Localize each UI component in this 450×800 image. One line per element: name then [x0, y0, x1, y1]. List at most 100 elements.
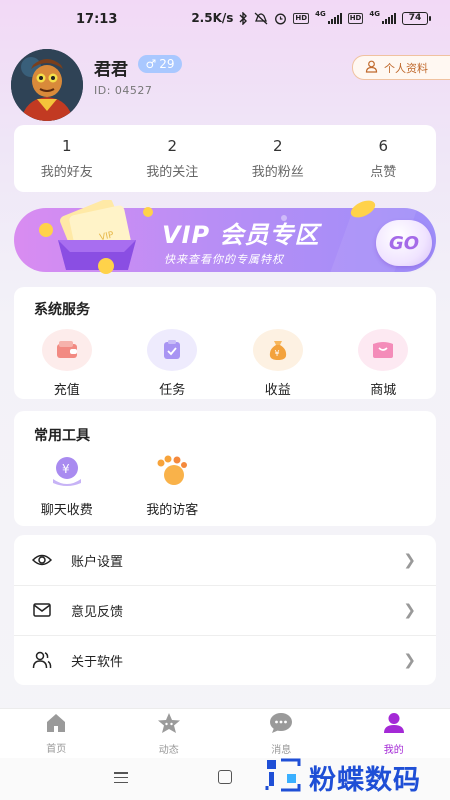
signal-icon-2: [382, 12, 396, 24]
home-icon: [45, 713, 67, 737]
stat-label: 我的粉丝: [251, 165, 304, 180]
status-bar: 17:13 2.5K/s HD 4G HD 4G 74: [0, 0, 450, 40]
profile-button[interactable]: 个人资料: [352, 55, 450, 80]
bottom-nav: 首页 动态 消息 我的: [0, 708, 450, 758]
tool-label: 我的访客: [146, 503, 199, 518]
battery-icon: 74: [402, 11, 431, 25]
avatar[interactable]: [11, 49, 83, 121]
user-profile-icon: [365, 60, 378, 76]
mail-icon: [32, 600, 52, 620]
network-type: 4G: [315, 10, 326, 18]
signal-icon: [327, 12, 342, 24]
stat-label: 点赞: [370, 165, 397, 180]
stat-likes[interactable]: 6 点赞: [331, 125, 437, 192]
svg-text:¥: ¥: [62, 462, 70, 476]
level-badge: ♂ 29: [138, 55, 182, 73]
service-label: 商城: [370, 383, 397, 398]
service-earnings[interactable]: ¥ 收益: [225, 329, 331, 398]
service-label: 充值: [53, 383, 80, 398]
service-label: 收益: [264, 383, 291, 398]
coin-icon: [348, 198, 378, 224]
menu-account-settings[interactable]: 账户设置 ❯: [14, 535, 436, 585]
message-icon: [269, 712, 293, 738]
vip-go-button[interactable]: GO: [376, 220, 432, 266]
wallet-icon: [41, 329, 92, 371]
tools-card: 常用工具 ¥ 聊天收费 我的访客: [14, 411, 436, 526]
svg-text:¥: ¥: [274, 349, 279, 358]
battery-level: 74: [408, 13, 422, 23]
vip-title: VIP 会员专区: [162, 221, 320, 249]
stat-fans[interactable]: 2 我的粉丝: [225, 125, 331, 192]
task-icon: [147, 329, 198, 371]
nav-home[interactable]: 首页: [0, 709, 113, 758]
menu-feedback[interactable]: 意见反馈 ❯: [14, 585, 436, 635]
username: 君君: [94, 60, 128, 80]
status-icons: 2.5K/s HD 4G HD 4G 74: [191, 10, 431, 25]
service-shop[interactable]: 商城: [331, 329, 437, 398]
alarm-icon: [274, 12, 287, 25]
stat-label: 我的关注: [146, 165, 199, 180]
hd-badge-2: HD: [347, 12, 364, 24]
nav-moments[interactable]: 动态: [113, 709, 226, 758]
bluetooth-icon: [239, 11, 248, 25]
chevron-right-icon: ❯: [403, 551, 416, 569]
footprint-icon: [154, 453, 190, 489]
money-bag-icon: ¥: [252, 329, 303, 371]
net-speed: 2.5K/s: [191, 11, 234, 25]
star-icon: [157, 712, 181, 738]
vip-card-icon: VIP: [28, 198, 158, 280]
nav-label: 消息: [271, 744, 292, 756]
male-icon: ♂: [145, 57, 157, 71]
watermark-text: 粉蝶数码: [309, 764, 421, 796]
network-type-2: 4G: [369, 10, 380, 18]
stat-friends[interactable]: 1 我的好友: [14, 125, 120, 192]
services-row: 充值 任务 ¥ 收益 商城: [14, 329, 436, 398]
nav-label: 动态: [158, 744, 179, 756]
stat-value: 1: [61, 137, 72, 155]
vip-subtitle: 快来查看你的专属特权: [164, 253, 284, 266]
level-value: 29: [159, 57, 175, 71]
services-title: 系统服务: [34, 302, 90, 318]
menu-label: 意见反馈: [71, 604, 124, 620]
service-recharge[interactable]: 充值: [14, 329, 120, 398]
tool-label: 聊天收费: [40, 503, 93, 518]
settings-menu: 账户设置 ❯ 意见反馈 ❯ 关于软件 ❯: [14, 535, 436, 685]
nav-label: 首页: [46, 743, 67, 755]
menu-label: 关于软件: [71, 654, 124, 670]
hd-badge: HD: [293, 12, 310, 24]
stat-value: 2: [167, 137, 178, 155]
eye-icon: [31, 550, 53, 570]
tools-row: ¥ 聊天收费 我的访客: [14, 453, 225, 518]
stat-following[interactable]: 2 我的关注: [120, 125, 226, 192]
nav-profile[interactable]: 我的: [338, 709, 450, 758]
menu-about[interactable]: 关于软件 ❯: [14, 635, 436, 685]
service-label: 任务: [159, 383, 186, 398]
service-tasks[interactable]: 任务: [120, 329, 226, 398]
tools-title: 常用工具: [34, 428, 90, 444]
profile-button-label: 个人资料: [384, 61, 428, 75]
menu-label: 账户设置: [71, 554, 124, 570]
chat-fee-icon: ¥: [49, 453, 85, 489]
profile-icon: [383, 712, 405, 738]
tool-chat-fee[interactable]: ¥ 聊天收费: [14, 453, 120, 518]
vip-banner[interactable]: VIP VIP 会员专区 快来查看你的专属特权 GO: [14, 198, 436, 276]
users-icon: [32, 650, 52, 670]
menu-icon[interactable]: [114, 772, 128, 783]
stat-value: 2: [272, 137, 283, 155]
nav-label: 我的: [383, 744, 404, 756]
chevron-right-icon: ❯: [403, 601, 416, 619]
stat-value: 6: [378, 137, 389, 155]
watermark: 粉蝶数码: [263, 756, 421, 798]
shop-icon: [358, 329, 409, 371]
user-id: ID: 04527: [94, 84, 153, 97]
watermark-logo-icon: [263, 756, 303, 798]
mute-icon: [254, 12, 268, 25]
nav-messages[interactable]: 消息: [225, 709, 338, 758]
stats-card: 1 我的好友 2 我的关注 2 我的粉丝 6 点赞: [14, 125, 436, 192]
chevron-right-icon: ❯: [403, 651, 416, 669]
tool-visitors[interactable]: 我的访客: [120, 453, 226, 518]
home-square-icon[interactable]: [218, 770, 232, 784]
services-card: 系统服务 充值 任务 ¥ 收益 商城: [14, 287, 436, 399]
status-time: 17:13: [76, 12, 118, 27]
stat-label: 我的好友: [40, 165, 93, 180]
